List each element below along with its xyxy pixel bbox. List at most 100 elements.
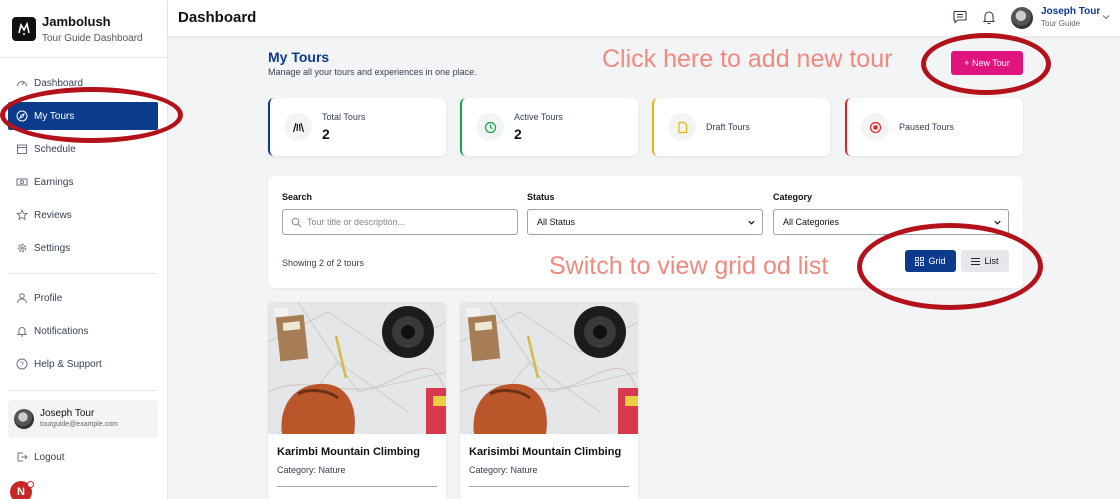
brand-name: Jambolush	[42, 14, 111, 29]
chevron-down-icon	[748, 220, 755, 225]
gear-icon	[17, 243, 27, 253]
stat-label: Draft Tours	[706, 122, 750, 132]
sidebar-item-schedule[interactable]: Schedule	[8, 135, 158, 163]
grid-label: Grid	[928, 256, 946, 266]
stat-card-total: Total Tours 2	[268, 98, 446, 156]
tour-image	[268, 302, 446, 434]
stat-card-paused: Paused Tours	[845, 98, 1023, 156]
star-icon	[16, 209, 28, 221]
sidebar-item-help[interactable]: ? Help & Support	[8, 350, 158, 378]
n-badge[interactable]: N	[10, 481, 34, 499]
category-value: All Categories	[783, 217, 840, 227]
clock-icon	[484, 121, 496, 133]
gauge-icon	[17, 81, 27, 87]
tour-card[interactable]: Karimbi Mountain Climbing Category: Natu…	[268, 302, 446, 499]
divider	[8, 390, 158, 391]
brand[interactable]: Jambolush Tour Guide Dashboard	[12, 14, 143, 46]
topbar: Dashboard Joseph Tour Tour Guide	[168, 0, 1120, 37]
file-icon	[677, 121, 687, 133]
sidebar-item-label: Schedule	[34, 143, 76, 155]
section-title: My Tours	[268, 49, 330, 65]
status-value: All Status	[537, 217, 576, 227]
sidebar-item-my-tours[interactable]: My Tours	[8, 102, 158, 130]
tour-title[interactable]: Karisimbi Mountain Climbing	[469, 446, 621, 458]
divider	[469, 486, 629, 487]
divider	[277, 486, 437, 487]
sidebar-item-label: My Tours	[34, 110, 75, 122]
stat-value: 2	[322, 126, 330, 142]
stat-label: Paused Tours	[899, 122, 954, 132]
notification-dot	[27, 481, 34, 488]
list-icon	[971, 257, 981, 265]
grid-icon	[915, 256, 925, 266]
chevron-down-icon[interactable]	[1101, 12, 1111, 22]
search-icon	[291, 217, 302, 227]
search-input[interactable]: Tour title or description...	[282, 209, 518, 235]
sidebar: Jambolush Tour Guide Dashboard Dashboard…	[0, 0, 168, 499]
new-tour-button[interactable]: + New Tour	[951, 51, 1023, 75]
bell-icon	[16, 327, 28, 337]
logout-icon	[17, 452, 28, 462]
tour-image	[460, 302, 638, 434]
avatar	[14, 409, 34, 429]
chevron-down-icon	[994, 220, 1001, 225]
logout-button[interactable]: Logout	[8, 443, 158, 471]
money-icon	[16, 178, 28, 186]
sidebar-item-label: Help & Support	[34, 358, 102, 370]
stat-label: Active Tours	[514, 112, 563, 122]
results-count: Showing 2 of 2 tours	[282, 258, 365, 268]
divider	[8, 273, 158, 274]
compass-icon	[16, 110, 28, 122]
svg-text:?: ?	[20, 362, 24, 369]
n-badge-letter: N	[17, 486, 25, 498]
sidebar-item-label: Dashboard	[34, 77, 83, 89]
sidebar-item-dashboard[interactable]: Dashboard	[8, 69, 158, 97]
sidebar-item-label: Reviews	[34, 209, 72, 221]
sidebar-item-settings[interactable]: Settings	[8, 234, 158, 262]
user-role: Tour Guide	[1041, 19, 1081, 28]
help-icon: ?	[16, 358, 28, 370]
category-label: Category	[773, 192, 813, 202]
sidebar-item-notifications[interactable]: Notifications	[8, 317, 158, 345]
sidebar-item-label: Earnings	[34, 176, 74, 188]
search-placeholder: Tour title or description...	[307, 217, 406, 227]
sidebar-item-earnings[interactable]: Earnings	[8, 168, 158, 196]
list-view-button[interactable]: List	[961, 250, 1009, 272]
tour-category: Category: Nature	[277, 465, 346, 475]
section-subtitle: Manage all your tours and experiences in…	[268, 67, 477, 77]
sidebar-item-label: Profile	[34, 292, 63, 304]
list-label: List	[984, 256, 999, 266]
user-icon	[17, 293, 27, 304]
stat-card-active: Active Tours 2	[460, 98, 638, 156]
new-tour-hint: Click here to add new tour	[602, 45, 893, 73]
bell-icon[interactable]	[981, 9, 997, 25]
status-select[interactable]: All Status	[527, 209, 763, 235]
sidebar-item-profile[interactable]: Profile	[8, 284, 158, 312]
divider	[0, 57, 168, 58]
brand-subtitle: Tour Guide Dashboard	[42, 33, 143, 44]
view-toggle-hint: Switch to view grid od list	[549, 252, 829, 280]
sidebar-user-card[interactable]: Joseph Tour tourguide@example.com	[8, 400, 158, 438]
brand-logo-icon	[12, 17, 36, 41]
avatar[interactable]	[1011, 7, 1033, 29]
category-select[interactable]: All Categories	[773, 209, 1009, 235]
stat-value: 2	[514, 126, 522, 142]
user-name[interactable]: Joseph Tour	[1041, 6, 1100, 17]
tour-category: Category: Nature	[469, 465, 538, 475]
stop-icon	[869, 121, 881, 133]
page-title: Dashboard	[178, 9, 257, 26]
stat-card-draft: Draft Tours	[652, 98, 830, 156]
stat-label: Total Tours	[322, 112, 366, 122]
tour-card[interactable]: Karisimbi Mountain Climbing Category: Na…	[460, 302, 638, 499]
grid-view-button[interactable]: Grid	[905, 250, 956, 272]
sidebar-item-label: Notifications	[34, 325, 89, 337]
calendar-icon	[17, 144, 27, 154]
sidebar-item-reviews[interactable]: Reviews	[8, 201, 158, 229]
search-label: Search	[282, 192, 313, 202]
road-icon	[292, 122, 304, 132]
message-icon[interactable]	[952, 9, 968, 25]
user-email: tourguide@example.com	[40, 421, 118, 428]
status-label: Status	[527, 192, 555, 202]
logout-label: Logout	[34, 451, 65, 463]
tour-title[interactable]: Karimbi Mountain Climbing	[277, 446, 420, 458]
